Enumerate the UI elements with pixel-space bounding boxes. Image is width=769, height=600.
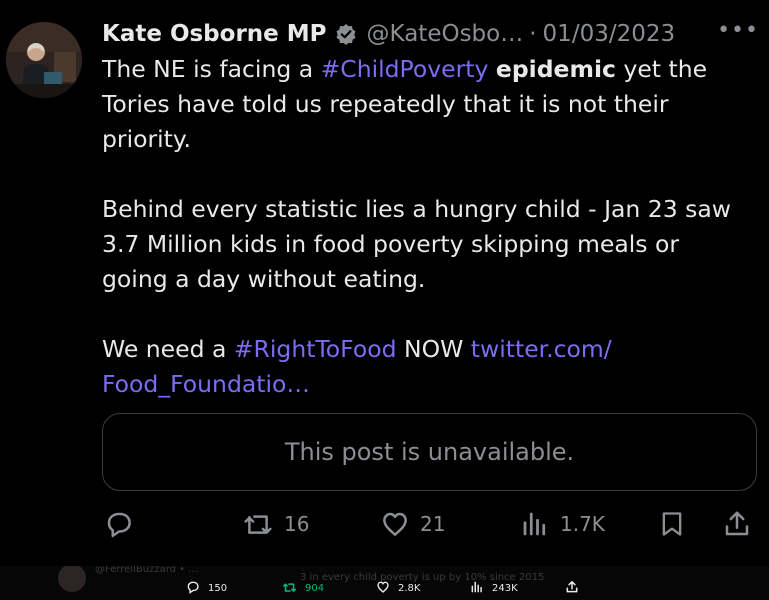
bottom-reply-button[interactable]: 150 — [186, 580, 227, 597]
retweet-count: 16 — [284, 512, 310, 536]
like-button[interactable]: 21 — [380, 502, 445, 546]
bottom-retweet-button[interactable]: 904 — [282, 580, 324, 597]
views-icon — [520, 509, 550, 539]
author-handle[interactable]: @KateOsbo… — [367, 21, 524, 47]
hashtag-childpoverty[interactable]: #ChildPoverty — [321, 55, 489, 83]
share-icon — [722, 509, 752, 539]
views-button[interactable]: 1.7K — [520, 502, 605, 546]
bottom-retweet-count: 904 — [305, 583, 325, 594]
bookmark-icon — [658, 509, 686, 539]
bottom-reply-icon — [186, 580, 200, 597]
reply-button[interactable] — [104, 502, 144, 546]
bottom-heart-icon — [376, 580, 390, 597]
bottom-views-icon — [470, 580, 484, 597]
underlying-post-bar: @FerrellBuzzard • ... 3 in every child p… — [0, 566, 769, 600]
share-button[interactable] — [722, 502, 752, 546]
paragraph-2: Behind every statistic lies a hungry chi… — [102, 195, 732, 293]
text-segment — [488, 55, 495, 83]
quoted-post-unavailable: This post is unavailable. — [102, 413, 757, 491]
bottom-like-button[interactable]: 2.8K — [376, 580, 420, 597]
action-bar: 16 21 1.7K — [102, 502, 757, 546]
faded-handle-text: @FerrellBuzzard • ... — [95, 566, 198, 575]
tweet-header: Kate Osborne MP @KateOsbo… · 01/03/2023 … — [102, 16, 759, 52]
bottom-views-button[interactable]: 243K — [470, 580, 518, 597]
bottom-share-icon — [565, 580, 579, 597]
text-segment: NOW — [396, 335, 471, 363]
paragraph-3: We need a #RightToFood NOW twitter.com/ … — [102, 332, 752, 402]
bottom-like-count: 2.8K — [398, 583, 421, 594]
retweet-icon — [242, 509, 274, 539]
post-date[interactable]: 01/03/2023 — [543, 21, 676, 47]
bottom-reply-count: 150 — [208, 583, 228, 594]
tweet-text: The NE is facing a #ChildPoverty epidemi… — [102, 52, 752, 402]
verified-badge-icon[interactable] — [335, 23, 357, 45]
views-count: 1.7K — [560, 512, 605, 536]
text-segment: We need a — [102, 335, 234, 363]
bottom-retweet-icon — [282, 580, 297, 597]
reply-icon — [104, 509, 134, 539]
retweet-button[interactable]: 16 — [242, 502, 309, 546]
more-options-icon[interactable]: ••• — [717, 18, 759, 43]
bold-word: epidemic — [495, 55, 616, 83]
author-avatar[interactable] — [6, 22, 82, 98]
hashtag-righttofood[interactable]: #RightToFood — [234, 335, 397, 363]
unavailable-message: This post is unavailable. — [284, 438, 575, 466]
bookmark-button[interactable] — [658, 502, 686, 546]
faded-avatar — [58, 566, 86, 592]
heart-icon — [380, 509, 410, 539]
paragraph-1: The NE is facing a #ChildPoverty epidemi… — [102, 52, 752, 157]
bottom-views-count: 243K — [492, 583, 518, 594]
author-name[interactable]: Kate Osborne MP — [102, 21, 327, 47]
separator-dot: · — [529, 21, 537, 47]
text-segment: The NE is facing a — [102, 55, 321, 83]
like-count: 21 — [420, 512, 446, 536]
tweet: Kate Osborne MP @KateOsbo… · 01/03/2023 … — [0, 0, 769, 565]
bottom-share-button[interactable] — [565, 580, 579, 597]
